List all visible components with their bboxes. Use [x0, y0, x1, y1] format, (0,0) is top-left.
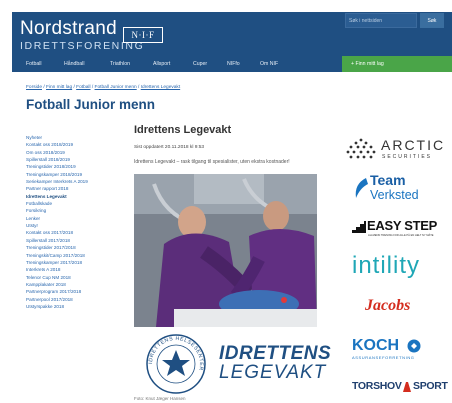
koch-name: KOCH	[352, 337, 400, 354]
sidebar-item[interactable]: Nyheter	[26, 134, 126, 141]
torshov-figure-icon	[403, 382, 411, 392]
breadcrumb-current[interactable]: Idrettens Legevakt	[141, 85, 180, 90]
page-title: Fotball Junior menn	[26, 97, 156, 112]
sidebar-item[interactable]: Treningskamper 2018/2019	[26, 171, 126, 178]
last-updated: Sist oppdatert 20.11.2018 kl 9:53	[134, 145, 205, 150]
nav-item-niffo[interactable]: NIFfo	[227, 56, 240, 72]
sidebar-item[interactable]: Spillerstall 2017/2018	[26, 237, 126, 244]
legevakt-brand-sub: LEGEVAKT	[219, 362, 327, 383]
koch-sub: ASSURANSEFORRETNING	[352, 355, 415, 360]
intility-name: intility	[352, 252, 421, 279]
sidebar-item[interactable]: Partnerprogram 2017/2018	[26, 288, 126, 295]
koch-emblem-icon	[407, 339, 421, 353]
nif-badge-text: N·I·F	[131, 30, 155, 40]
sidebar-item[interactable]: Interkrets A 2018	[26, 266, 126, 273]
breadcrumb: Forside / Finn mitt lag / Fotball / Fotb…	[26, 85, 181, 90]
easy-step-name: EASY STEP	[367, 218, 438, 233]
sidebar-item[interactable]: Om oss 2018/2019	[26, 149, 126, 156]
article-title: Idrettens Legevakt	[134, 124, 232, 136]
sidebar-item[interactable]: Idrettens Legevakt	[26, 193, 126, 200]
photo-caption: Foto: Knut Jæger Hansen	[134, 396, 186, 401]
article-photo	[134, 174, 317, 327]
sidebar-item[interactable]: Treningskit/Camp 2017/2018	[26, 252, 126, 259]
main-nav: Fotball Håndball Triathlon Allsport Cupe…	[12, 56, 342, 72]
find-team-label: + Finn mitt lag	[351, 61, 384, 67]
arctic-dots-icon	[346, 138, 376, 159]
sponsor-arctic[interactable]: ARCTIC SECURITIES	[345, 135, 450, 165]
sidebar-item[interactable]: Kontakt oss 2018/2019	[26, 141, 126, 148]
sidebar-item[interactable]: Spillerstall 2018/2019	[26, 156, 126, 163]
sidebar-item[interactable]: Utstyrspakke 2018	[26, 303, 126, 310]
nav-item-triathlon[interactable]: Triathlon	[110, 56, 130, 72]
torshov-sport: SPORT	[413, 380, 448, 392]
arctic-sub: SECURITIES	[382, 154, 433, 160]
sidebar-item[interactable]: Forsikring	[26, 207, 126, 214]
sidebar-item[interactable]: Partner rapport 2018	[26, 185, 126, 192]
verksted-name: Verksted	[370, 188, 419, 202]
breadcrumb-link[interactable]: Forside	[26, 85, 42, 90]
sponsor-intility[interactable]: intility	[352, 252, 448, 286]
easy-step-sub: ALLMENN TRENING FOR ALLE PÅ EN HELT NY M…	[368, 234, 434, 237]
nif-badge: N·I·F	[123, 27, 163, 43]
sidebar-item[interactable]: Treningstider 2018/2019	[26, 163, 126, 170]
sidebar-menu: Nyheter Kontakt oss 2018/2019 Om oss 2018/…	[26, 134, 126, 310]
sidebar-item[interactable]: Partnerpool 2017/2018	[26, 296, 126, 303]
search-button[interactable]: Søk	[420, 13, 444, 28]
team-verksted-swoosh-icon	[355, 178, 368, 198]
sidebar-item[interactable]: Telenor Cup NM 2018	[26, 274, 126, 281]
sponsor-easy-step[interactable]: EASY STEP ALLMENN TRENING FOR ALLE PÅ EN…	[352, 218, 450, 242]
find-team-button[interactable]: + Finn mitt lag	[342, 56, 452, 72]
sponsor-torshov-sport[interactable]: TORSHOV SPORT	[352, 380, 450, 396]
torshov-name: TORSHOV	[352, 380, 402, 392]
nav-item-allsport[interactable]: Allsport	[153, 56, 170, 72]
sidebar-item[interactable]: Lenker	[26, 215, 126, 222]
jacobs-name: Jacobs	[365, 297, 411, 314]
sponsor-koch[interactable]: KOCH ASSURANSEFORRETNING	[352, 337, 448, 361]
nav-item-om-nif[interactable]: Om NIF	[260, 56, 278, 72]
search-input[interactable]	[345, 13, 417, 28]
sidebar-item[interactable]: Fotballskade	[26, 200, 126, 207]
sponsor-jacobs[interactable]: Jacobs	[365, 297, 435, 323]
sidebar-item[interactable]: Kontakt oss 2017/2018	[26, 229, 126, 236]
nav-item-cuper[interactable]: Cuper	[193, 56, 207, 72]
sidebar-item[interactable]: Kampplakater 2018	[26, 281, 126, 288]
sidebar-item[interactable]: Treningstider 2017/2018	[26, 244, 126, 251]
breadcrumb-link[interactable]: Finn mitt lag	[46, 85, 72, 90]
helsesenter-seal-logo: IDRETTENS HELSESENTER	[146, 334, 206, 394]
sponsor-team-verksted[interactable]: Team Verksted	[352, 170, 448, 204]
easy-step-stairs-icon	[352, 221, 366, 233]
breadcrumb-link[interactable]: Fotball Junior menn	[95, 85, 137, 90]
nav-item-fotball[interactable]: Fotball	[26, 56, 42, 72]
photo-illustration	[134, 174, 317, 327]
breadcrumb-link[interactable]: Fotball	[76, 85, 90, 90]
sidebar-item[interactable]: Seriekamper Interkrets A 2019	[26, 178, 126, 185]
sidebar-item[interactable]: Treningskamper 2017/2018	[26, 259, 126, 266]
article-ingress: Idrettens Legevakt – rask tilgang til sp…	[134, 159, 290, 165]
arctic-name: ARCTIC	[381, 137, 446, 153]
team-name: Team	[370, 172, 406, 188]
nav-item-handball[interactable]: Håndball	[64, 56, 84, 72]
sidebar-item[interactable]: Utstyr	[26, 222, 126, 229]
